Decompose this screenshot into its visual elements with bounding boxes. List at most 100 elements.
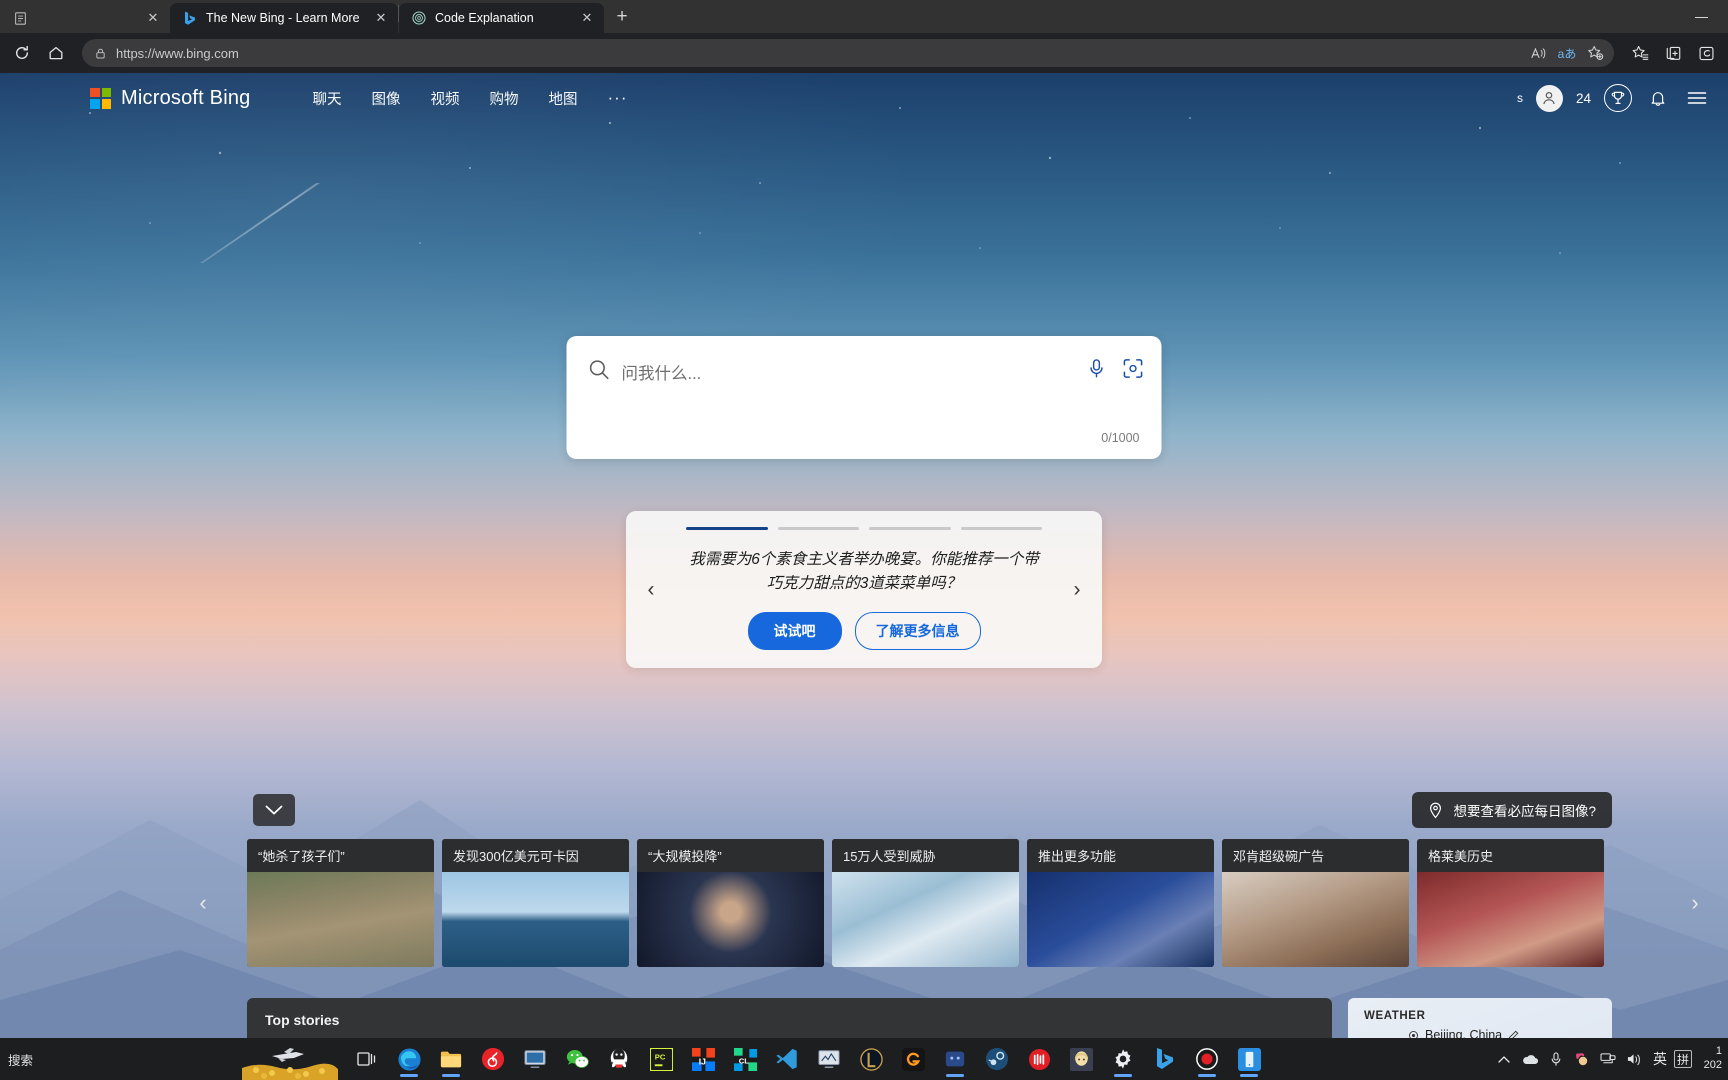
nav-item-maps[interactable]: 地图 — [549, 88, 578, 109]
ime-language-indicator[interactable]: 英 — [1648, 1049, 1672, 1069]
svg-text:IJ: IJ — [698, 1056, 705, 1066]
taskbar-search-label: 搜索 — [8, 1053, 34, 1068]
learn-more-button[interactable]: 了解更多信息 — [854, 612, 981, 651]
hamburger-menu-icon[interactable] — [1684, 85, 1710, 111]
search-box[interactable]: 问我什么... 0/1000 — [566, 336, 1162, 459]
nav-item-images[interactable]: 图像 — [372, 88, 401, 109]
news-card-image — [1417, 872, 1604, 967]
pycharm-icon[interactable]: PC — [642, 1040, 680, 1078]
avatar-emoji-icon[interactable] — [1570, 1051, 1594, 1067]
volume-icon[interactable] — [1622, 1052, 1646, 1066]
monitor-app-icon[interactable] — [810, 1040, 848, 1078]
microphone-icon[interactable] — [1087, 358, 1107, 379]
search-input[interactable]: 问我什么... — [622, 358, 1075, 384]
browser-tab[interactable]: ✕ — [0, 3, 170, 33]
vscode-icon[interactable] — [768, 1040, 806, 1078]
red-app-icon[interactable] — [1020, 1040, 1058, 1078]
steam-icon[interactable] — [978, 1040, 1016, 1078]
wechat-icon[interactable] — [558, 1040, 596, 1078]
suggestion-prev-icon[interactable]: ‹ — [639, 578, 663, 602]
news-card-headline: “她杀了孩子们” — [247, 839, 434, 872]
nav-item-shopping[interactable]: 购物 — [490, 88, 519, 109]
omnibox-actions: aあ — [1526, 40, 1608, 66]
tab-close-icon[interactable]: ✕ — [373, 10, 389, 26]
nav-item-videos[interactable]: 视频 — [431, 88, 460, 109]
news-card[interactable]: 15万人受到威胁 — [832, 839, 1019, 967]
scroll-down-button[interactable] — [253, 794, 295, 826]
chevron-up-icon[interactable] — [1492, 1055, 1516, 1064]
try-it-button[interactable]: 试试吧 — [747, 612, 842, 651]
collections-icon[interactable] — [1657, 37, 1689, 69]
league-of-legends-icon[interactable] — [852, 1040, 890, 1078]
bing-app-icon[interactable] — [1146, 1040, 1184, 1078]
slide-dot[interactable] — [960, 527, 1042, 530]
microphone-icon[interactable] — [1544, 1051, 1568, 1067]
nav-more-icon[interactable]: ··· — [608, 88, 628, 108]
task-view-icon[interactable] — [348, 1040, 386, 1078]
refresh-icon[interactable] — [6, 37, 38, 69]
news-card[interactable]: “她杀了孩子们” — [247, 839, 434, 967]
news-card[interactable]: 邓肯超级碗广告 — [1222, 839, 1409, 967]
news-card-image — [1222, 872, 1409, 967]
browser-toolbar: https://www.bing.com aあ — [0, 33, 1728, 73]
browser-tab-code-explanation[interactable]: Code Explanation ✕ — [399, 3, 604, 33]
g-app-icon[interactable] — [894, 1040, 932, 1078]
news-card[interactable]: 格莱美历史 — [1417, 839, 1604, 967]
phone-link-icon[interactable] — [1230, 1040, 1268, 1078]
intellij-idea-icon[interactable]: IJ — [684, 1040, 722, 1078]
news-card[interactable]: 推出更多功能 — [1027, 839, 1214, 967]
carousel-track: “她杀了孩子们” 发现300亿美元可卡因 “大规模投降” 15万人受到威胁 推出 — [0, 839, 1728, 967]
netease-music-icon[interactable] — [474, 1040, 512, 1078]
slide-dot-active[interactable] — [686, 527, 768, 530]
avatar-icon[interactable] — [1535, 84, 1563, 112]
home-icon[interactable] — [40, 37, 72, 69]
onedrive-icon[interactable] — [1518, 1053, 1542, 1065]
slide-dot[interactable] — [869, 527, 951, 530]
clock-time: 1 — [1715, 1045, 1722, 1058]
news-card[interactable]: 发现300亿美元可卡因 — [442, 839, 629, 967]
rewards-icon[interactable] — [1604, 84, 1632, 112]
blue-app-icon[interactable] — [936, 1040, 974, 1078]
edge-sidebar-icon[interactable] — [1690, 37, 1722, 69]
translate-icon[interactable]: aあ — [1554, 40, 1580, 66]
svg-text:PC: PC — [654, 1052, 665, 1061]
bing-logo[interactable]: Microsoft Bing — [90, 87, 251, 110]
nav-item-chat[interactable]: 聊天 — [313, 88, 342, 109]
favorites-icon[interactable] — [1624, 37, 1656, 69]
visual-search-icon[interactable] — [1123, 358, 1144, 379]
settings-gear-icon[interactable] — [1104, 1040, 1142, 1078]
read-aloud-icon[interactable] — [1526, 40, 1552, 66]
anime-game-icon[interactable] — [1062, 1040, 1100, 1078]
new-tab-button[interactable]: + — [608, 3, 636, 31]
news-card-image — [1027, 872, 1214, 967]
slide-dot[interactable] — [777, 527, 859, 530]
news-card-image — [637, 872, 824, 967]
edge-icon[interactable] — [390, 1040, 428, 1078]
remote-desktop-icon[interactable] — [516, 1040, 554, 1078]
notification-bell-icon[interactable] — [1645, 85, 1671, 111]
taskbar-clock[interactable]: 1 202 — [1694, 1045, 1724, 1073]
minimize-button[interactable]: — — [1681, 9, 1722, 24]
url-text: https://www.bing.com — [116, 45, 239, 61]
recorder-icon[interactable] — [1188, 1040, 1226, 1078]
taskbar-weather-widget[interactable] — [240, 1038, 340, 1080]
add-favorite-icon[interactable] — [1582, 40, 1608, 66]
clion-icon[interactable]: CL — [726, 1040, 764, 1078]
tab-close-icon[interactable]: ✕ — [145, 10, 161, 26]
file-explorer-icon[interactable] — [432, 1040, 470, 1078]
slide-indicator — [644, 527, 1084, 530]
daily-image-prompt[interactable]: 想要查看必应每日图像? — [1412, 792, 1612, 828]
taskbar-search[interactable]: 搜索 — [0, 1038, 240, 1080]
tab-close-icon[interactable]: ✕ — [579, 10, 595, 26]
suggestion-next-icon[interactable]: › — [1065, 578, 1089, 602]
ime-mode-indicator[interactable]: 拼 — [1674, 1050, 1692, 1068]
system-tray: 英 拼 1 202 — [1492, 1045, 1728, 1073]
carousel-next-button[interactable]: › — [1678, 886, 1712, 920]
news-card[interactable]: “大规模投降” — [637, 839, 824, 967]
qq-icon[interactable] — [600, 1040, 638, 1078]
browser-tab-bing[interactable]: The New Bing - Learn More ✕ — [170, 3, 398, 33]
news-card-image — [832, 872, 1019, 967]
carousel-prev-button[interactable]: ‹ — [186, 886, 220, 920]
address-bar[interactable]: https://www.bing.com aあ — [82, 39, 1614, 67]
network-icon[interactable] — [1596, 1052, 1620, 1066]
